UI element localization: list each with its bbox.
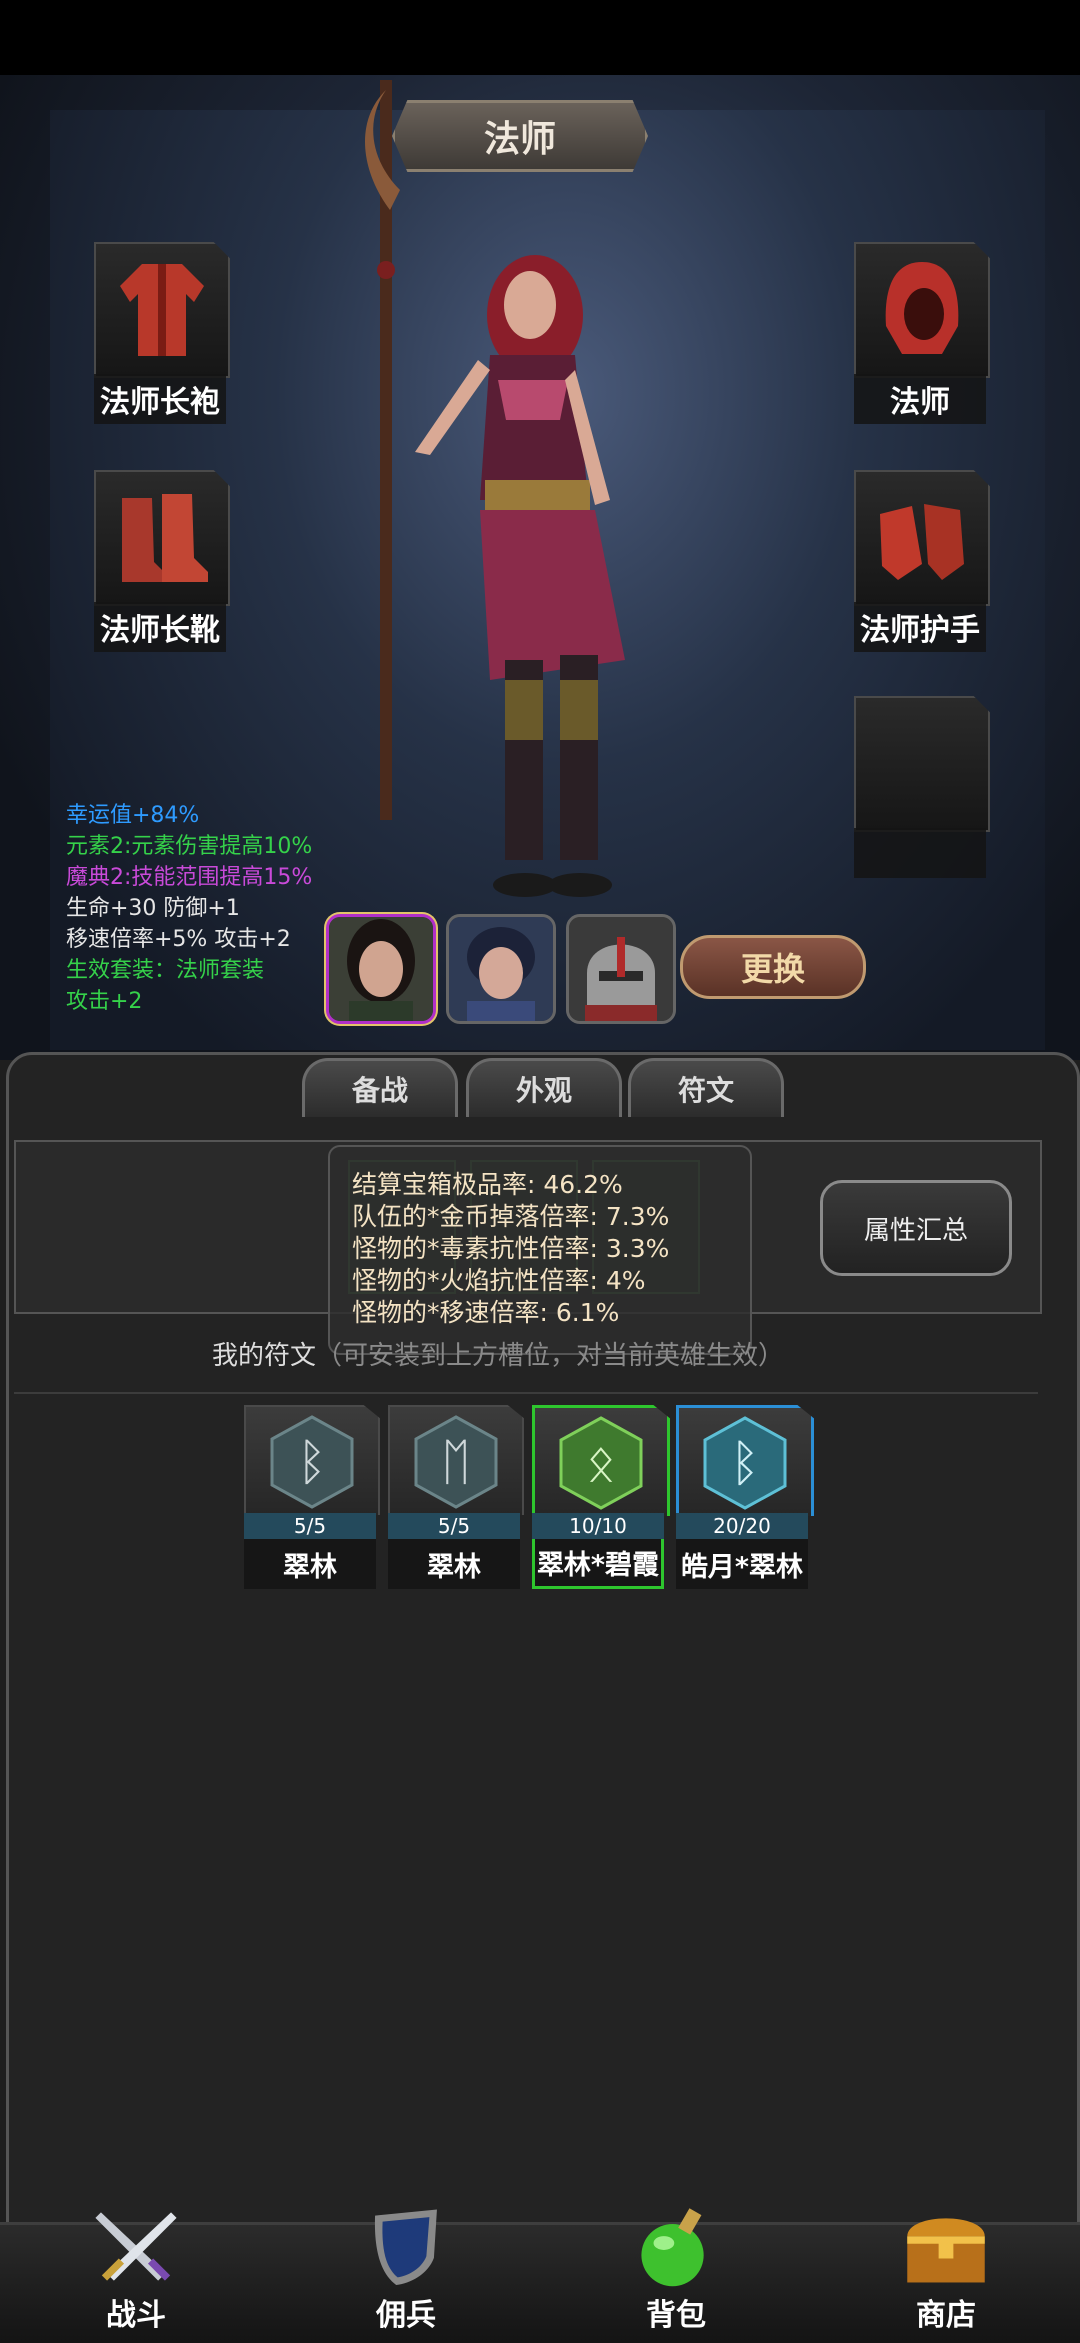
- tab-runes[interactable]: 符文: [628, 1058, 784, 1117]
- rune-name: 翠林: [388, 1539, 520, 1589]
- my-runes-title: 我的符文: [212, 1341, 317, 1371]
- tab-appearance[interactable]: 外观: [466, 1058, 622, 1117]
- robe-icon: [120, 264, 204, 356]
- rune-name: 翠林*碧霞: [532, 1539, 664, 1589]
- stat-line: 幸运值+84%: [66, 803, 200, 828]
- stat-line: 元素2:元素伤害提高10%: [66, 834, 313, 859]
- rune-card[interactable]: ᛖ 5/5 翠林: [388, 1405, 524, 1589]
- swap-hero-button[interactable]: 更换: [680, 935, 866, 999]
- my-runes-heading: 我的符文（可安装到上方槽位，对当前英雄生效）: [212, 1335, 784, 1372]
- chest-icon: [907, 2218, 985, 2283]
- equip-label-gloves: 法师护手: [854, 602, 986, 652]
- nav-battle[interactable]: 战斗: [56, 2205, 216, 2340]
- nav-label: 商店: [916, 2298, 976, 2333]
- rune-glyph: ᛒ: [730, 1434, 760, 1492]
- tooltip-line: 怪物的*移速倍率: 6.1%: [352, 1298, 620, 1327]
- rune-glyph: ᛟ: [586, 1434, 616, 1492]
- tooltip-line: 怪物的*火焰抗性倍率: 4%: [352, 1266, 646, 1295]
- nav-mercenary[interactable]: 佣兵: [326, 2205, 486, 2340]
- nav-backpack[interactable]: 背包: [596, 2205, 756, 2340]
- rune-card[interactable]: ᛟ 10/10 翠林*碧霞: [532, 1405, 670, 1589]
- hero-portrait-swordsman[interactable]: [446, 914, 556, 1024]
- boots-icon: [122, 494, 208, 582]
- tooltip-line: 队伍的*金币掉落倍率: 7.3%: [352, 1202, 670, 1231]
- rune-glyph: ᛖ: [441, 1433, 471, 1491]
- nav-label: 背包: [646, 2298, 706, 2333]
- swords-icon: [95, 2212, 177, 2281]
- shield-icon: [374, 2209, 437, 2285]
- stat-line: 魔典2:技能范围提高15%: [66, 865, 313, 890]
- equip-slot-hood[interactable]: [854, 242, 990, 378]
- equip-label-hood: 法师: [854, 374, 986, 424]
- rune-count: 5/5: [244, 1513, 376, 1539]
- rune-glyph: ᛒ: [297, 1433, 327, 1491]
- status-bar: [0, 0, 1080, 75]
- tooltip-line: 结算宝箱极品率: 46.2%: [352, 1170, 623, 1199]
- nav-label: 佣兵: [376, 2298, 436, 2333]
- equip-label-boots: 法师长靴: [94, 602, 226, 652]
- rune-card[interactable]: ᛒ 5/5 翠林: [244, 1405, 380, 1589]
- hero-portrait-knight[interactable]: [566, 914, 676, 1024]
- nav-shop[interactable]: 商店: [866, 2205, 1026, 2340]
- hero-character-image: [365, 80, 625, 897]
- rune-attribute-tooltip: 结算宝箱极品率: 46.2% 队伍的*金币掉落倍率: 7.3% 怪物的*毒素抗性…: [328, 1145, 752, 1355]
- equip-label-empty: [854, 828, 986, 878]
- equip-slot-robe[interactable]: [94, 242, 230, 378]
- equip-slot-gloves[interactable]: [854, 470, 990, 606]
- rune-count: 20/20: [676, 1513, 808, 1539]
- equip-slot-boots[interactable]: [94, 470, 230, 606]
- rune-count: 5/5: [388, 1513, 520, 1539]
- rune-card[interactable]: ᛒ 20/20 皓月*翠林: [676, 1405, 814, 1589]
- rune-name: 皓月*翠林: [676, 1539, 808, 1589]
- nav-label: 战斗: [106, 2298, 166, 2333]
- rune-name: 翠林: [244, 1539, 376, 1589]
- divider: [14, 1392, 1038, 1394]
- equip-label-robe: 法师长袍: [94, 374, 226, 424]
- rune-count: 10/10: [532, 1513, 664, 1539]
- hood-icon: [885, 262, 959, 354]
- potion-icon: [641, 2208, 704, 2287]
- equip-slot-empty[interactable]: [854, 696, 990, 832]
- tooltip-line: 怪物的*毒素抗性倍率: 3.3%: [352, 1234, 670, 1263]
- tab-prepare[interactable]: 备战: [302, 1058, 458, 1117]
- gloves-icon: [880, 504, 964, 580]
- my-runes-hint: （可安装到上方槽位，对当前英雄生效）: [316, 1341, 785, 1371]
- attribute-summary-button[interactable]: 属性汇总: [820, 1180, 1012, 1276]
- hero-portrait-mage[interactable]: [326, 914, 436, 1024]
